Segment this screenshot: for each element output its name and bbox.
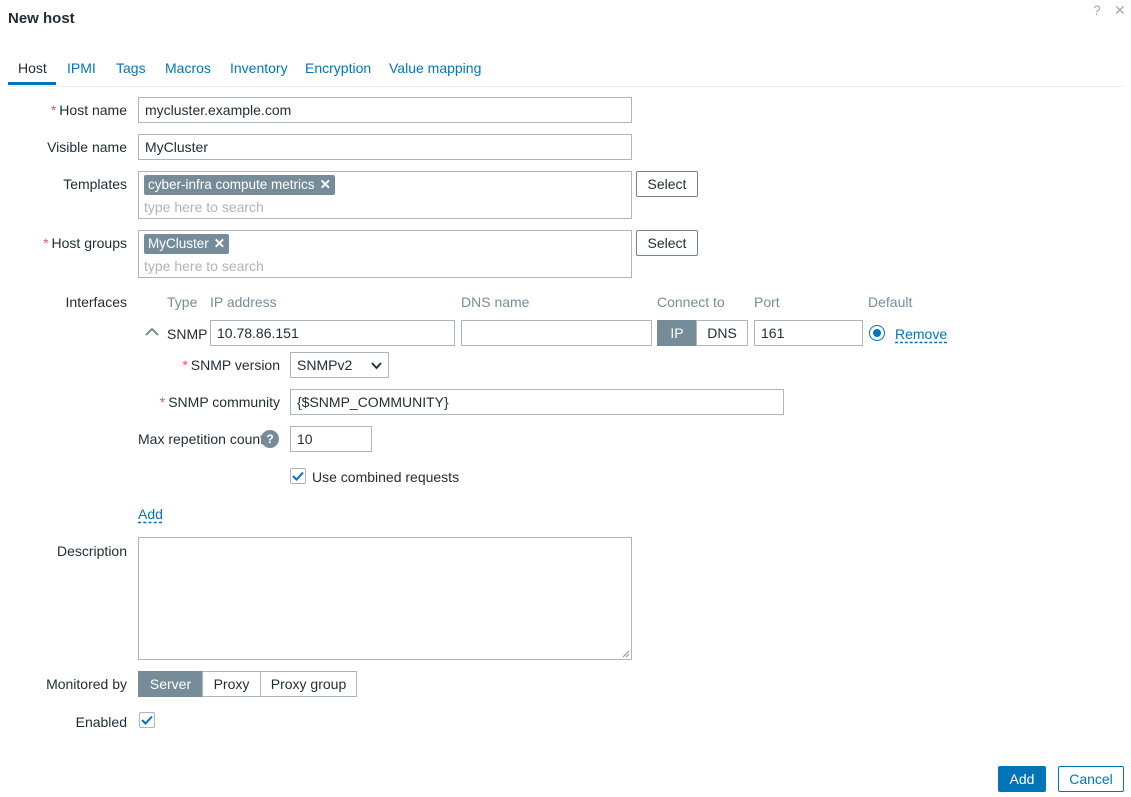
remove-chip-icon[interactable]: ✕: [320, 177, 331, 192]
host-groups-multiselect[interactable]: MyCluster ✕ type here to search: [138, 230, 632, 278]
templates-search-input[interactable]: type here to search: [144, 199, 626, 215]
tab-tags[interactable]: Tags: [116, 60, 146, 76]
tab-value-mapping[interactable]: Value mapping: [389, 60, 481, 76]
column-default: Default: [868, 294, 913, 310]
connect-ip-button[interactable]: IP: [657, 320, 697, 346]
host-groups-search-input[interactable]: type here to search: [144, 258, 626, 274]
snmp-version-select[interactable]: SNMPv2: [290, 352, 389, 378]
port-input[interactable]: 161: [754, 320, 863, 346]
host-groups-select-button[interactable]: Select: [636, 230, 698, 256]
connect-to-toggle: IP DNS: [657, 320, 748, 346]
enabled-label: Enabled: [75, 714, 127, 730]
checkmark-icon: [292, 471, 304, 481]
templates-multiselect[interactable]: cyber-infra compute metrics ✕ type here t…: [138, 171, 632, 219]
tab-ipmi[interactable]: IPMI: [67, 60, 96, 76]
templates-label: Templates: [63, 176, 127, 192]
visible-name-input[interactable]: MyCluster: [138, 134, 632, 160]
remove-interface-link[interactable]: Remove: [895, 326, 947, 342]
default-interface-radio[interactable]: [869, 325, 885, 341]
chevron-up-icon[interactable]: [145, 327, 159, 337]
column-dns-name: DNS name: [461, 294, 530, 310]
tab-host[interactable]: Host: [18, 60, 47, 76]
description-textarea[interactable]: [138, 537, 632, 660]
tab-encryption[interactable]: Encryption: [305, 60, 371, 76]
templates-select-button[interactable]: Select: [636, 171, 698, 197]
max-repetition-label: Max repetition count: [138, 431, 265, 447]
tab-macros[interactable]: Macros: [165, 60, 211, 76]
max-repetition-input[interactable]: 10: [290, 426, 372, 452]
interface-type: SNMP: [167, 326, 208, 342]
column-type: Type: [167, 294, 198, 310]
close-icon[interactable]: ✕: [1114, 2, 1126, 19]
column-port: Port: [754, 294, 780, 310]
ip-address-input[interactable]: 10.78.86.151: [210, 320, 455, 346]
snmp-community-label: * SNMP community: [159, 394, 280, 410]
enabled-checkbox[interactable]: [139, 712, 155, 728]
help-icon[interactable]: ?: [261, 430, 279, 448]
tab-bar: Host IPMI Tags Macros Inventory Encrypti…: [8, 58, 1123, 87]
dialog-title: New host: [8, 10, 75, 27]
cancel-button[interactable]: Cancel: [1058, 766, 1124, 792]
template-chip: cyber-infra compute metrics ✕: [144, 175, 335, 195]
visible-name-label: Visible name: [47, 139, 127, 155]
monitored-by-proxy[interactable]: Proxy: [202, 671, 261, 697]
add-button[interactable]: Add: [998, 766, 1046, 792]
add-interface-link[interactable]: Add: [138, 506, 163, 522]
active-tab-indicator: [8, 82, 56, 85]
interfaces-label: Interfaces: [65, 294, 127, 310]
connect-dns-button[interactable]: DNS: [696, 320, 748, 346]
monitored-by-label: Monitored by: [46, 676, 127, 692]
resize-handle-icon[interactable]: [622, 650, 630, 658]
combined-requests-checkbox[interactable]: [290, 468, 306, 484]
description-label: Description: [56, 543, 127, 559]
host-group-chip: MyCluster ✕: [144, 234, 230, 254]
combined-requests-label: Use combined requests: [312, 469, 460, 485]
monitored-by-toggle: Server Proxy Proxy group: [138, 671, 357, 697]
checkmark-icon: [141, 715, 153, 725]
remove-chip-icon[interactable]: ✕: [214, 236, 225, 251]
host-name-input[interactable]: mycluster.example.com: [138, 97, 632, 123]
host-groups-label: * Host groups: [43, 235, 127, 251]
column-ip-address: IP address: [210, 294, 277, 310]
column-connect-to: Connect to: [657, 294, 725, 310]
host-name-label: * Host name: [50, 102, 127, 118]
snmp-community-input[interactable]: {$SNMP_COMMUNITY}: [290, 389, 784, 415]
monitored-by-proxy-group[interactable]: Proxy group: [260, 671, 357, 697]
dns-name-input[interactable]: [461, 320, 652, 346]
tab-inventory[interactable]: Inventory: [230, 60, 288, 76]
snmp-version-label: * SNMP version: [182, 357, 280, 373]
help-icon[interactable]: ?: [1093, 2, 1101, 18]
chevron-down-icon: [371, 362, 382, 370]
monitored-by-server[interactable]: Server: [138, 671, 203, 697]
